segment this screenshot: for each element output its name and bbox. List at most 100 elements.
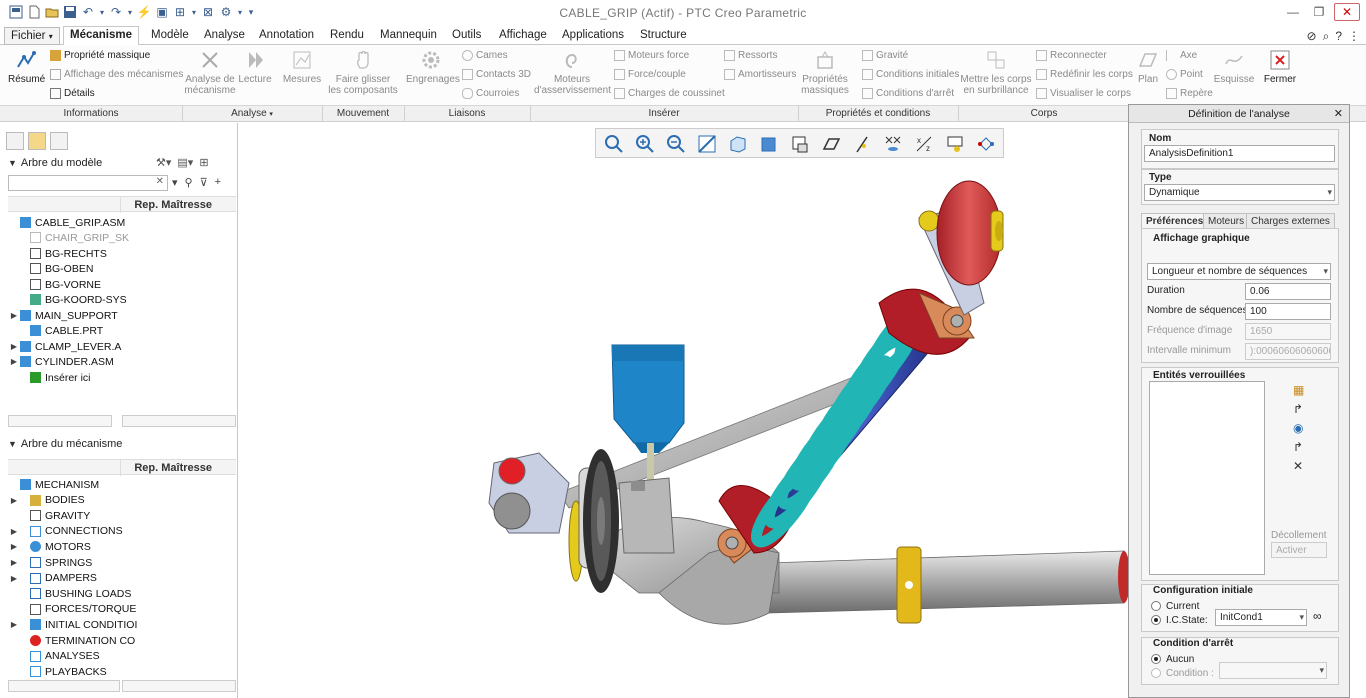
- mech-tree-item[interactable]: FORCES/TORQUE: [8, 602, 136, 617]
- tree-item-clamp-lever[interactable]: ▶ CLAMP_LEVER.A: [8, 339, 121, 354]
- dialog-close-icon[interactable]: ✕: [1334, 107, 1343, 120]
- mech-tree-hscroll[interactable]: [8, 680, 120, 692]
- rep-maitresse-label[interactable]: Rep. Maîtresse: [134, 199, 212, 211]
- mech-tree-item[interactable]: BUSHING LOADS: [8, 586, 131, 601]
- tab-moteurs[interactable]: Moteurs: [1203, 213, 1250, 229]
- search-dropdown-icon[interactable]: ▾: [172, 176, 178, 189]
- ressorts-button[interactable]: Ressorts: [724, 50, 777, 61]
- tree-filter-icon[interactable]: ⊞: [199, 156, 208, 169]
- minimize-icon[interactable]: —: [1282, 3, 1304, 21]
- tree-item-main-support[interactable]: ▶ MAIN_SUPPORT: [8, 308, 118, 323]
- plan-button[interactable]: Plan: [1134, 49, 1162, 85]
- tab-preferences[interactable]: Préférences: [1141, 213, 1209, 229]
- expand-icon[interactable]: ▶: [8, 574, 20, 583]
- ic-state-radio[interactable]: [1151, 615, 1161, 625]
- propriete-massique-button[interactable]: Propriété massique: [50, 50, 150, 61]
- expand-icon[interactable]: ▶: [8, 357, 20, 366]
- model-tree-hscroll-right[interactable]: [122, 415, 236, 427]
- moteurs-force-button[interactable]: Moteurs force: [614, 50, 689, 61]
- cames-button[interactable]: Cames: [462, 50, 508, 61]
- locked-entities-list[interactable]: [1149, 381, 1265, 575]
- frequence-field[interactable]: 1650: [1245, 323, 1331, 340]
- activer-button[interactable]: Activer: [1271, 542, 1327, 558]
- axe-button[interactable]: Axe: [1166, 50, 1197, 61]
- charges-coussinet-button[interactable]: Charges de coussinet: [614, 88, 725, 99]
- add-icon[interactable]: +: [215, 176, 221, 189]
- mech-tree-item[interactable]: ▶ INITIAL CONDITIOI: [8, 617, 137, 632]
- lock-point-icon[interactable]: ◉: [1293, 421, 1304, 435]
- contacts-3d-button[interactable]: Contacts 3D: [462, 69, 531, 80]
- maximize-icon[interactable]: ❐: [1308, 3, 1330, 21]
- tree-item-cable-grip[interactable]: CABLE_GRIP.ASM: [8, 215, 125, 230]
- current-radio[interactable]: [1151, 601, 1161, 611]
- mech-tree-item[interactable]: ▶ SPRINGS: [8, 555, 92, 570]
- search-icon[interactable]: ⌕: [1323, 29, 1330, 44]
- tree-search-input[interactable]: ✕: [8, 175, 168, 191]
- expand-icon[interactable]: ▶: [8, 620, 20, 629]
- graphics-window[interactable]: xz: [239, 123, 1128, 698]
- group-analyse[interactable]: Analyse ▾: [182, 108, 322, 119]
- remove-lock-icon[interactable]: ✕: [1293, 459, 1304, 473]
- expand-icon[interactable]: ▶: [8, 558, 20, 567]
- esquisse-button[interactable]: Esquisse: [1212, 49, 1256, 85]
- fermer-button[interactable]: Fermer: [1262, 49, 1298, 85]
- mesures-button[interactable]: Mesures: [282, 49, 322, 85]
- tree-item-cable-prt[interactable]: CABLE.PRT: [8, 323, 103, 338]
- analyse-mecanisme-button[interactable]: Analyse de mécanisme: [184, 49, 236, 96]
- type-select[interactable]: Dynamique: [1144, 184, 1335, 201]
- tree-columns-icon[interactable]: ▤▾: [177, 156, 193, 169]
- tab-rendu[interactable]: Rendu: [324, 27, 370, 45]
- expand-icon[interactable]: ▶: [8, 542, 20, 551]
- mech-tree-item[interactable]: ▶ DAMPERS: [8, 571, 97, 586]
- proprietes-massiques-button[interactable]: Propriétés massiques: [800, 49, 850, 96]
- favorites-tab[interactable]: [50, 132, 68, 150]
- lock-connection-icon[interactable]: ↱: [1293, 402, 1304, 416]
- gravite-button[interactable]: Gravité: [862, 50, 908, 61]
- model-tree-tab[interactable]: [6, 132, 24, 150]
- lecture-button[interactable]: Lecture: [238, 49, 272, 85]
- mech-tree-item[interactable]: ▶ MOTORS: [8, 539, 91, 554]
- tree-item-bg-rechts[interactable]: BG-RECHTS: [8, 246, 107, 261]
- expand-icon[interactable]: ▶: [8, 342, 20, 351]
- tab-modele[interactable]: Modèle: [145, 27, 195, 45]
- lock-axis-icon[interactable]: ↱: [1293, 440, 1304, 454]
- analysis-name-field[interactable]: AnalysisDefinition1: [1144, 145, 1335, 162]
- intervalle-field[interactable]: ):000606060606061: [1245, 343, 1331, 360]
- visualiser-corps-button[interactable]: Visualiser le corps: [1036, 88, 1131, 99]
- mech-tree-item[interactable]: TERMINATION CO: [8, 633, 135, 648]
- force-couple-button[interactable]: Force/couple: [614, 69, 686, 80]
- options-icon[interactable]: ⋮: [1348, 29, 1360, 44]
- tab-applications[interactable]: Applications: [556, 27, 630, 45]
- tree-item-cylinder[interactable]: ▶ CYLINDER.ASM: [8, 354, 114, 369]
- tree-item-chair-grip[interactable]: CHAIR_GRIP_SK: [8, 230, 129, 245]
- ic-state-select[interactable]: InitCond1: [1215, 609, 1307, 626]
- tab-outils[interactable]: Outils: [446, 27, 487, 45]
- mech-tree-header[interactable]: ▼ Arbre du mécanisme: [8, 438, 122, 450]
- courroies-button[interactable]: Courroies: [462, 88, 519, 99]
- model-tree-header[interactable]: ▼ Arbre du modèle: [8, 157, 102, 169]
- affichage-mecanismes-button[interactable]: Affichage des mécanismes: [50, 69, 183, 80]
- expand-icon[interactable]: ▶: [8, 527, 20, 536]
- clear-search-icon[interactable]: ✕: [156, 176, 164, 187]
- tab-analyse[interactable]: Analyse: [198, 27, 251, 45]
- reconnecter-button[interactable]: Reconnecter: [1036, 50, 1107, 61]
- folder-browser-tab[interactable]: [28, 132, 46, 150]
- aucun-radio[interactable]: [1151, 654, 1161, 664]
- tree-item-bg-koord-sys[interactable]: BG-KOORD-SYS: [8, 292, 127, 307]
- close-icon[interactable]: ✕: [1334, 3, 1360, 21]
- moteurs-asservissement-button[interactable]: Moteurs d'asservissement: [534, 49, 611, 96]
- funnel-icon[interactable]: ⊽: [200, 176, 208, 189]
- condition-select[interactable]: [1219, 662, 1327, 679]
- resume-button[interactable]: Résumé: [8, 49, 45, 85]
- redefinir-corps-button[interactable]: Redéfinir les corps: [1036, 69, 1133, 80]
- amortisseurs-button[interactable]: Amortisseurs: [724, 69, 796, 80]
- duration-field[interactable]: 0.06: [1245, 283, 1331, 300]
- preview-glasses-icon[interactable]: ∞: [1313, 609, 1322, 623]
- mechanism-model[interactable]: [239, 123, 1128, 698]
- model-tree-hscroll[interactable]: [8, 415, 112, 427]
- point-button[interactable]: Point: [1166, 69, 1203, 80]
- pin-icon[interactable]: ⊘: [1307, 29, 1317, 44]
- repere-button[interactable]: Repère: [1166, 88, 1213, 99]
- help-icon[interactable]: ?: [1335, 29, 1342, 44]
- expand-icon[interactable]: ▶: [8, 496, 20, 505]
